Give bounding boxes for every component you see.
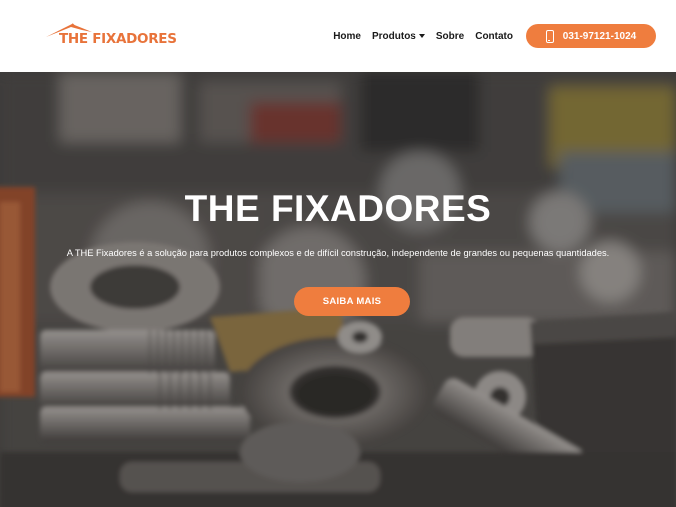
caret-down-icon: [418, 34, 425, 38]
saiba-mais-button[interactable]: SAIBA MAIS: [294, 287, 410, 316]
nav-produtos[interactable]: Produtos: [372, 31, 425, 42]
nav-produtos-label: Produtos: [371, 30, 416, 42]
logo[interactable]: THE FIXADORES: [44, 18, 177, 54]
main-nav: Home Produtos Sobre Contato 031-97121-10…: [322, 24, 656, 48]
site-header: THE FIXADORES Home Produtos Sobre Contat…: [0, 0, 676, 72]
logo-text: THE FIXADORES: [59, 31, 177, 47]
smartphone-icon: [545, 29, 554, 43]
phone-number: 031-97121-1024: [562, 30, 637, 42]
phone-button[interactable]: 031-97121-1024: [526, 24, 656, 48]
hero-section: THE FIXADORES A THE Fixadores é a soluçã…: [0, 72, 676, 507]
nav-contato[interactable]: Contato: [475, 31, 513, 42]
nav-home[interactable]: Home: [333, 31, 361, 42]
hero-title: THE FIXADORES: [184, 188, 492, 229]
hero-subtitle: A THE Fixadores é a solução para produto…: [66, 248, 610, 258]
nav-sobre[interactable]: Sobre: [436, 31, 464, 42]
